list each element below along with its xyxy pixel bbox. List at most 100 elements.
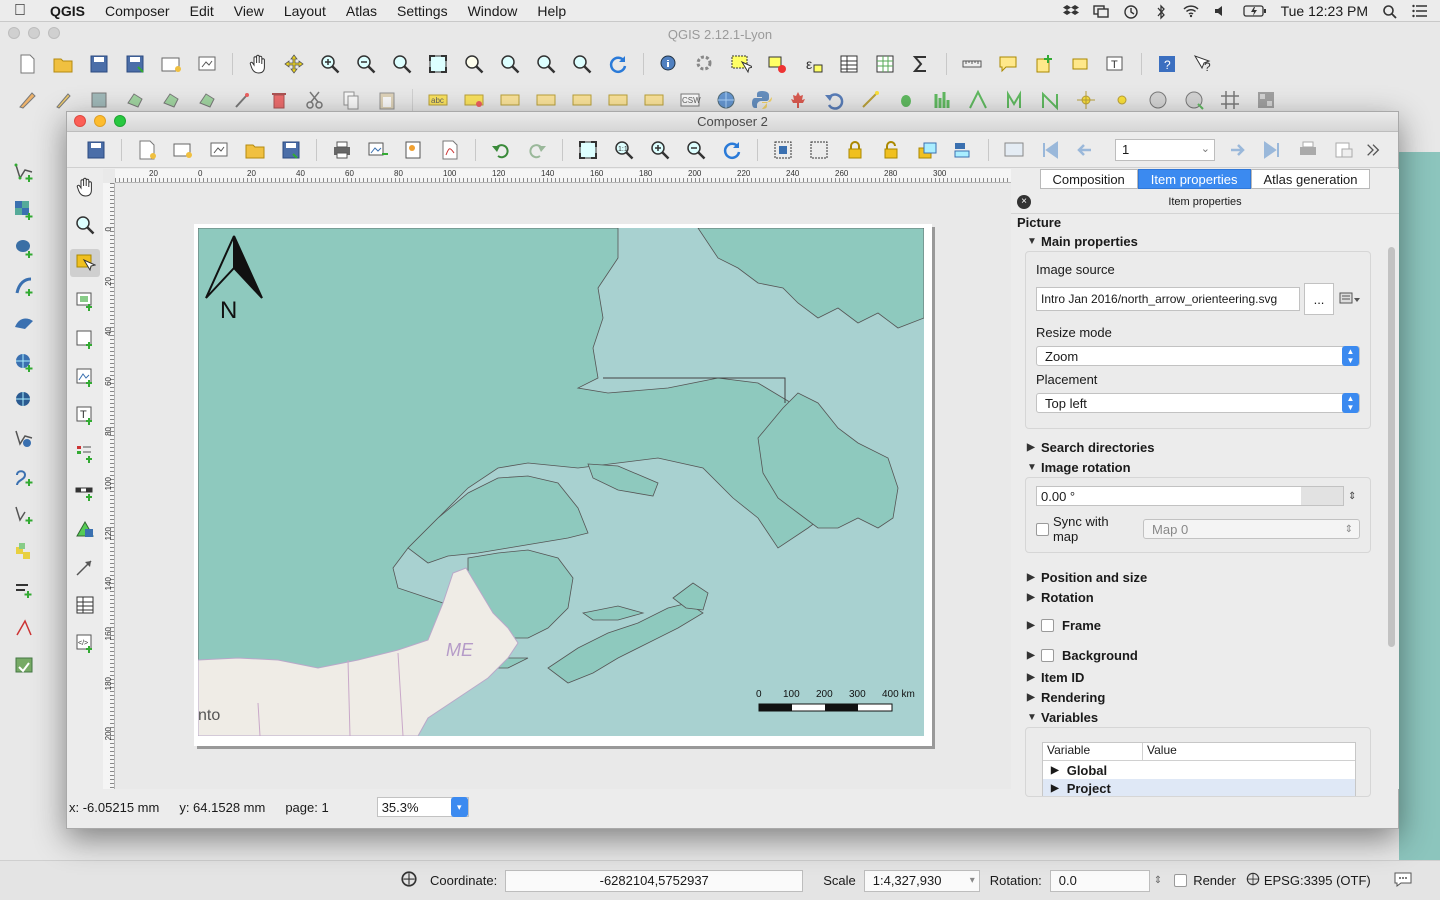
menu-edit[interactable]: Edit xyxy=(180,3,224,19)
save-project-icon[interactable] xyxy=(84,50,114,78)
unlock-items-icon[interactable] xyxy=(876,136,906,164)
gps-add-icon[interactable] xyxy=(1179,86,1209,114)
browse-image-button[interactable]: ... xyxy=(1304,283,1334,315)
help-contents-icon[interactable]: ? xyxy=(1152,50,1182,78)
scale-combo[interactable]: 1:4,327,930 ▾ xyxy=(863,869,980,892)
data-defined-override-icon[interactable] xyxy=(1338,290,1360,309)
expression-select-icon[interactable]: ε xyxy=(798,50,828,78)
select-all-icon[interactable] xyxy=(768,136,798,164)
position-size-section[interactable]: ▶ Position and size xyxy=(1011,567,1399,587)
print-icon[interactable] xyxy=(327,136,357,164)
map-tips-icon[interactable] xyxy=(993,50,1023,78)
tab-composition[interactable]: Composition xyxy=(1039,169,1138,189)
save-as-icon[interactable] xyxy=(120,50,150,78)
save-project-icon[interactable] xyxy=(81,136,111,164)
crs-status[interactable]: EPSG:3395 (OTF) xyxy=(1264,873,1371,888)
select-move-item-icon[interactable] xyxy=(70,249,100,277)
add-arrow-icon[interactable] xyxy=(70,553,100,581)
add-vector-layer-icon[interactable] xyxy=(9,158,39,186)
value-column-header[interactable]: Value xyxy=(1143,743,1177,760)
menubar-clock[interactable]: Tue 12:23 PM xyxy=(1281,3,1368,19)
composer-zoom-button[interactable] xyxy=(114,115,126,127)
map-item[interactable]: N ME nto 0 100 200 300 400 km xyxy=(198,228,924,736)
new-point-2-icon[interactable] xyxy=(1107,86,1137,114)
add-scalebar-icon[interactable] xyxy=(70,477,100,505)
toolbar-overflow-icon[interactable] xyxy=(1365,136,1381,164)
atlas-export-icon[interactable] xyxy=(1329,136,1359,164)
atlas-previous-icon[interactable] xyxy=(1071,136,1101,164)
add-attribute-table-icon[interactable] xyxy=(70,591,100,619)
image-source-input[interactable]: Intro Jan 2016/north_arrow_orienteering.… xyxy=(1036,287,1300,311)
new-composer-icon[interactable] xyxy=(132,136,162,164)
node-tool-icon[interactable] xyxy=(228,86,258,114)
text-annotation-icon[interactable]: T xyxy=(1101,50,1131,78)
add-polygon-icon[interactable] xyxy=(156,86,186,114)
statistical-summary-icon[interactable] xyxy=(906,50,936,78)
atlas-last-icon[interactable] xyxy=(1257,136,1287,164)
add-legend-icon[interactable] xyxy=(70,439,100,467)
add-html-frame-icon[interactable]: </> xyxy=(70,629,100,657)
zoom-last-icon[interactable] xyxy=(531,50,561,78)
variable-column-header[interactable]: Variable xyxy=(1043,743,1143,760)
horizontal-ruler[interactable]: 20 0 20 40 60 80 100 120 140 160 180 200 220 240 260 28… xyxy=(115,169,1011,183)
measure-line-icon[interactable] xyxy=(957,50,987,78)
zoom-out-icon[interactable] xyxy=(681,136,711,164)
add-delimited-text-icon[interactable] xyxy=(9,462,39,490)
menu-app-name[interactable]: QGIS xyxy=(40,3,95,19)
pan-composer-icon[interactable] xyxy=(70,173,100,201)
menu-composer[interactable]: Composer xyxy=(95,3,180,19)
zoom-to-layer-icon[interactable] xyxy=(495,50,525,78)
select-features-icon[interactable] xyxy=(726,50,756,78)
undo-icon[interactable] xyxy=(486,136,516,164)
frame-section[interactable]: ▶ Frame xyxy=(1011,615,1399,635)
zoom-full-icon[interactable] xyxy=(423,50,453,78)
zoom-tool-icon[interactable] xyxy=(70,211,100,239)
atlas-first-icon[interactable] xyxy=(1035,136,1065,164)
notification-center-icon[interactable] xyxy=(1412,4,1428,18)
image-rotation-section[interactable]: ▼ Image rotation xyxy=(1011,457,1399,477)
zoom-native-icon[interactable] xyxy=(387,50,417,78)
zoom-level-select[interactable]: 35.3% ▾ xyxy=(376,797,469,817)
copy-features-icon[interactable] xyxy=(336,86,366,114)
raster-calculator-icon[interactable] xyxy=(1251,86,1281,114)
new-shapefile-icon[interactable] xyxy=(9,500,39,528)
highlight-pinned-icon[interactable] xyxy=(495,86,525,114)
render-checkbox[interactable] xyxy=(1174,874,1188,887)
new-bookmark-icon[interactable] xyxy=(1029,50,1059,78)
raster-full-stretch-icon[interactable] xyxy=(1035,86,1065,114)
composer-manager-icon[interactable] xyxy=(192,50,222,78)
attribute-table-icon[interactable] xyxy=(834,50,864,78)
item-id-section[interactable]: ▶ Item ID xyxy=(1011,667,1399,687)
atlas-preview-icon[interactable] xyxy=(999,136,1029,164)
show-hide-labels-icon[interactable] xyxy=(531,86,561,114)
atlas-page-select[interactable]: 1 ⌄ xyxy=(1115,138,1215,161)
close-icon[interactable]: × xyxy=(1017,195,1031,209)
add-wms-layer-icon[interactable] xyxy=(9,348,39,376)
gps-icon[interactable] xyxy=(1143,86,1173,114)
zoom-next-icon[interactable] xyxy=(567,50,597,78)
digitize-icon[interactable] xyxy=(855,86,885,114)
cut-features-icon[interactable] xyxy=(300,86,330,114)
add-wcs-layer-icon[interactable] xyxy=(9,386,39,414)
globe-plugin-icon[interactable] xyxy=(711,86,741,114)
battery-icon[interactable] xyxy=(1242,4,1267,18)
panel-scrollbar[interactable] xyxy=(1388,247,1395,647)
add-db2-layer-icon[interactable] xyxy=(9,614,39,642)
zoom-out-icon[interactable] xyxy=(351,50,381,78)
field-calculator-icon[interactable] xyxy=(870,50,900,78)
load-template-icon[interactable] xyxy=(240,136,270,164)
time-machine-icon[interactable] xyxy=(1123,4,1139,19)
export-pdf-icon[interactable] xyxy=(435,136,465,164)
change-label-icon[interactable] xyxy=(639,86,669,114)
python-console-icon[interactable] xyxy=(747,86,777,114)
rendering-section[interactable]: ▶ Rendering xyxy=(1011,687,1399,707)
add-shape-icon[interactable] xyxy=(70,515,100,543)
table-row[interactable]: ▶ Global xyxy=(1043,761,1355,779)
composer-canvas[interactable]: 20 0 20 40 60 80 100 120 140 160 180 200 220 240 260 28… xyxy=(103,169,1011,789)
raster-histogram-icon[interactable] xyxy=(927,86,957,114)
plugin-bug-icon[interactable] xyxy=(891,86,921,114)
zoom-in-icon[interactable] xyxy=(645,136,675,164)
menu-help[interactable]: Help xyxy=(527,3,576,19)
sync-with-map-checkbox[interactable] xyxy=(1036,522,1049,536)
main-close-button[interactable] xyxy=(8,27,20,39)
